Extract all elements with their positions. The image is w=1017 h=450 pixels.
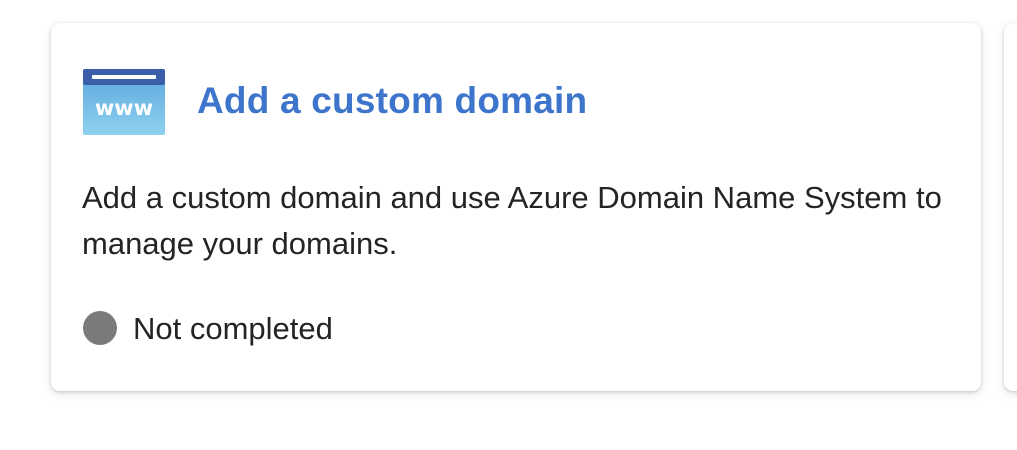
status-row: Not completed [83, 311, 333, 345]
card-description: Add a custom domain and use Azure Domain… [82, 180, 942, 261]
card-title-link[interactable]: Add a custom domain [197, 82, 587, 119]
status-text: Not completed [133, 310, 333, 346]
card-header: www Add a custom domain [83, 69, 587, 135]
next-card[interactable] [1004, 23, 1017, 391]
custom-domain-card[interactable]: www Add a custom domain Add a custom dom… [51, 23, 981, 391]
www-icon: www [83, 69, 165, 135]
status-circle-icon [83, 311, 117, 345]
page: www Add a custom domain Add a custom dom… [0, 0, 1017, 450]
www-icon-label: www [95, 96, 153, 120]
